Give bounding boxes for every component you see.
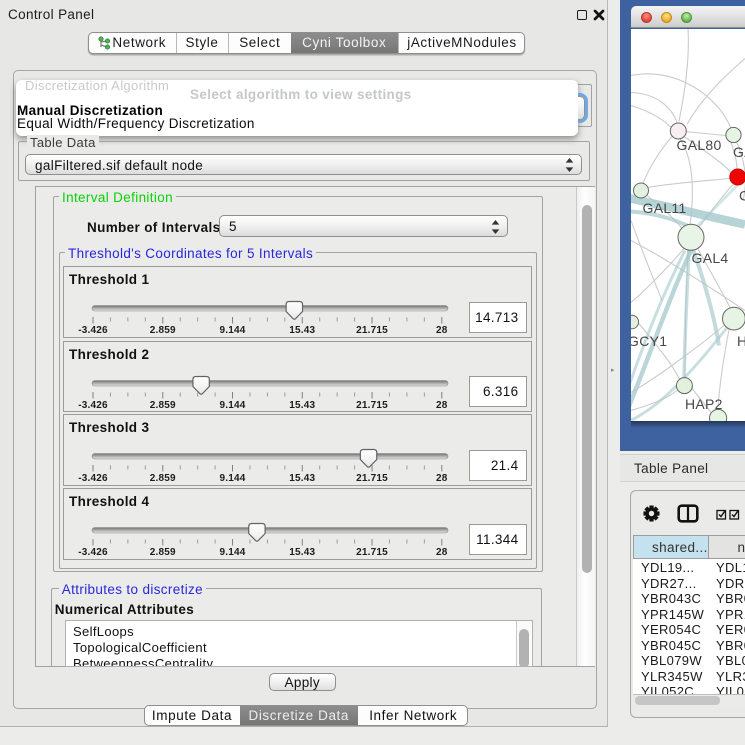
svg-text:CY: CY: [739, 187, 745, 203]
svg-text:28: 28: [436, 547, 448, 558]
svg-text:21.715: 21.715: [356, 473, 388, 484]
svg-text:15.43: 15.43: [289, 325, 315, 336]
svg-text:GAL4: GAL4: [692, 250, 729, 266]
svg-text:-3.426: -3.426: [78, 325, 108, 336]
svg-text:9.144: 9.144: [220, 547, 246, 558]
svg-text:21.715: 21.715: [356, 400, 388, 411]
svg-text:15.43: 15.43: [289, 400, 315, 411]
svg-text:-3.426: -3.426: [78, 473, 108, 484]
svg-text:9.144: 9.144: [220, 400, 246, 411]
svg-text:15.43: 15.43: [289, 547, 315, 558]
svg-text:15.43: 15.43: [289, 473, 315, 484]
svg-text:21.715: 21.715: [356, 547, 388, 558]
svg-text:2.859: 2.859: [150, 400, 176, 411]
svg-text:9.144: 9.144: [220, 325, 246, 336]
svg-text:2.859: 2.859: [150, 547, 176, 558]
svg-text:28: 28: [436, 400, 448, 411]
svg-text:2.859: 2.859: [150, 473, 176, 484]
svg-text:21.715: 21.715: [356, 325, 388, 336]
svg-text:GA: GA: [733, 144, 745, 160]
svg-text:GCY1: GCY1: [631, 333, 667, 349]
svg-text:H: H: [737, 333, 745, 349]
svg-text:GAL80: GAL80: [677, 137, 722, 153]
svg-text:9.144: 9.144: [220, 473, 246, 484]
svg-text:HAP2: HAP2: [685, 396, 723, 412]
svg-text:2.859: 2.859: [150, 325, 176, 336]
svg-text:-3.426: -3.426: [78, 547, 108, 558]
svg-text:GAL11: GAL11: [643, 200, 687, 216]
svg-text:28: 28: [436, 325, 448, 336]
svg-text:28: 28: [436, 473, 448, 484]
svg-text:-3.426: -3.426: [78, 400, 108, 411]
